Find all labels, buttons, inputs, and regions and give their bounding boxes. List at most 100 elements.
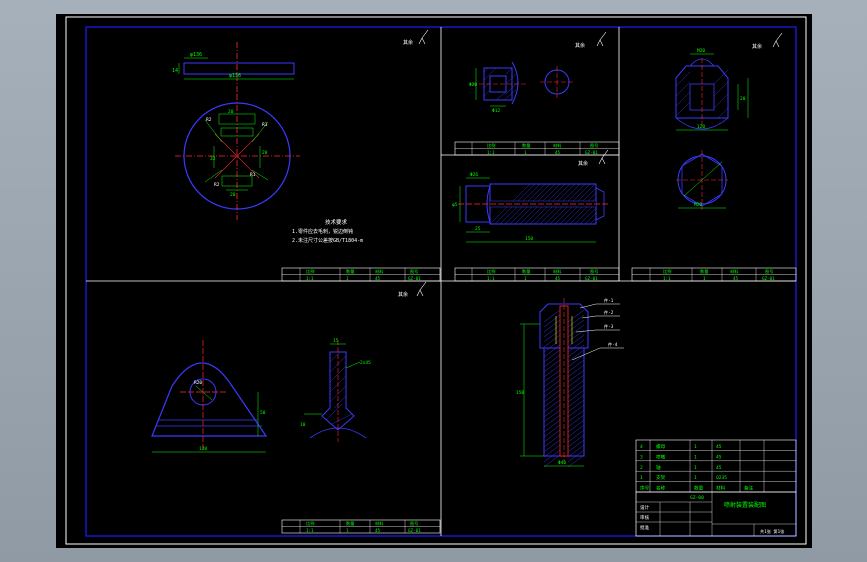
dim-text: 2x45 <box>360 360 371 366</box>
table-cell: 数量 <box>522 268 530 275</box>
dim-text: M20 <box>694 202 702 208</box>
bom-cell: 45 <box>716 454 722 460</box>
table-cell: 1:1 <box>306 276 314 281</box>
dim-text: φ136 <box>229 73 241 79</box>
table-cell: 45 <box>555 150 561 155</box>
dim-text: 120 <box>199 446 207 452</box>
table-cell: 45 <box>733 276 739 281</box>
roughness-note: 其余 <box>752 43 762 50</box>
dim-text: 10 <box>300 422 306 428</box>
roughness-note: 其余 <box>398 291 408 298</box>
bom-cell: 1 <box>640 475 643 481</box>
sheet-count: 共1张 第1张 <box>760 528 785 535</box>
bom-cell: Q235 <box>716 475 727 481</box>
table-cell: 数量 <box>522 142 530 149</box>
dim-text: R1 <box>250 172 256 178</box>
balloon-label: 件-4 <box>608 341 618 348</box>
table-cell: 数量 <box>346 520 354 527</box>
table-cell: GZ-01 <box>585 276 598 281</box>
table-cell: 材料 <box>730 268 739 275</box>
dim-text: R2 <box>206 117 212 123</box>
dim-text: Φ40 <box>558 460 566 466</box>
table-cell: 比例 <box>487 268 495 275</box>
table-cell: 比例 <box>487 142 495 149</box>
notes-line: 1.零件应去毛刺，锐边倒钝 <box>292 228 353 235</box>
dim-text: Φ12 <box>492 108 500 114</box>
roughness-note: 其余 <box>403 39 413 46</box>
dim-text: 20 <box>740 96 746 102</box>
drawing-sheet: 其余 φ136 φ136 14 R2 R3 R2 R1 20 32 20 20 … <box>56 14 812 548</box>
bom-cell: 4 <box>640 444 643 450</box>
title-label: 设计 <box>640 504 650 511</box>
drawing-title: 喷射装置装配图 <box>724 501 766 509</box>
bom-cell: 支架 <box>656 474 666 481</box>
bom-header-cell: 备注 <box>744 485 754 492</box>
dim-text: R3 <box>262 122 268 128</box>
dim-text: 150 <box>525 236 533 242</box>
bom-cell: 2 <box>640 465 643 471</box>
bom-cell: 45 <box>716 465 722 471</box>
table-cell: GZ-01 <box>762 276 775 281</box>
dim-text: 20 <box>262 150 268 156</box>
bom-cell: 喷嘴 <box>656 453 666 460</box>
roughness-note: 其余 <box>578 160 588 167</box>
title-label: 审核 <box>640 514 650 521</box>
table-cell: 数量 <box>700 268 708 275</box>
bom-cell: 45 <box>716 444 722 450</box>
table-cell: 1:1 <box>306 528 314 533</box>
table-cell: 比例 <box>306 520 314 527</box>
balloon-label: 件-2 <box>604 309 614 316</box>
cad-viewport: 其余 φ136 φ136 14 R2 R3 R2 R1 20 32 20 20 … <box>0 0 867 562</box>
dim-text: 25 <box>475 226 481 232</box>
dim-text: Φ26 <box>470 172 478 178</box>
bom-header-cell: 名称 <box>656 485 666 492</box>
table-cell: GZ-01 <box>408 528 421 533</box>
dim-text: 50 <box>260 410 266 416</box>
bom-cell: 螺母 <box>656 443 666 450</box>
balloon-label: 件-3 <box>604 323 614 330</box>
dim-text: φ5 <box>452 202 458 208</box>
table-cell: 比例 <box>306 268 314 275</box>
bom-header-cell: 材料 <box>716 485 726 492</box>
dim-text: R2 <box>214 182 220 188</box>
table-cell: 材料 <box>553 142 562 149</box>
dim-text: 15 <box>333 338 339 344</box>
table-cell: 数量 <box>346 268 354 275</box>
bom-cell: 1 <box>694 454 697 460</box>
table-cell: 材料 <box>375 520 384 527</box>
dim-text: 20 <box>230 192 236 198</box>
dim-text: 20 <box>228 109 234 115</box>
notes-title: 技术要求 <box>325 218 348 226</box>
bom-cell: 1 <box>694 465 697 471</box>
bom-cell: 1 <box>694 444 697 450</box>
drawing-number: GZ-00 <box>690 495 704 501</box>
table-cell: GZ-01 <box>408 276 421 281</box>
table-cell: 45 <box>375 528 381 533</box>
dim-text: 14 <box>172 68 178 74</box>
bom-cell: 轴 <box>656 464 661 471</box>
table-cell: 1:1 <box>487 150 495 155</box>
roughness-note: 其余 <box>575 42 585 49</box>
bom-header-cell: 数量 <box>694 485 704 492</box>
title-label: 批准 <box>640 524 650 531</box>
table-cell: 1:1 <box>663 276 671 281</box>
table-cell: 1:1 <box>487 276 495 281</box>
bom-cell: 1 <box>694 475 697 481</box>
table-cell: 材料 <box>553 268 562 275</box>
table-cell: 45 <box>555 276 561 281</box>
dim-text: 120 <box>697 124 705 130</box>
table-cell: 材料 <box>375 268 384 275</box>
bom-cell: 3 <box>640 454 643 460</box>
table-cell: 比例 <box>663 268 671 275</box>
dim-text: R20 <box>194 380 202 386</box>
notes-line: 2.未注尺寸公差按GB/T1804-m <box>292 237 363 244</box>
dim-text: Φ20 <box>469 82 477 88</box>
dim-text: 32 <box>210 156 216 162</box>
bom-header-cell: 序号 <box>640 485 650 492</box>
dim-text: φ136 <box>190 52 202 58</box>
table-cell: 45 <box>375 276 381 281</box>
table-cell: GZ-01 <box>585 150 598 155</box>
dim-text: 150 <box>516 390 524 396</box>
dim-text: M20 <box>697 48 705 54</box>
balloon-label: 件-1 <box>604 297 614 304</box>
